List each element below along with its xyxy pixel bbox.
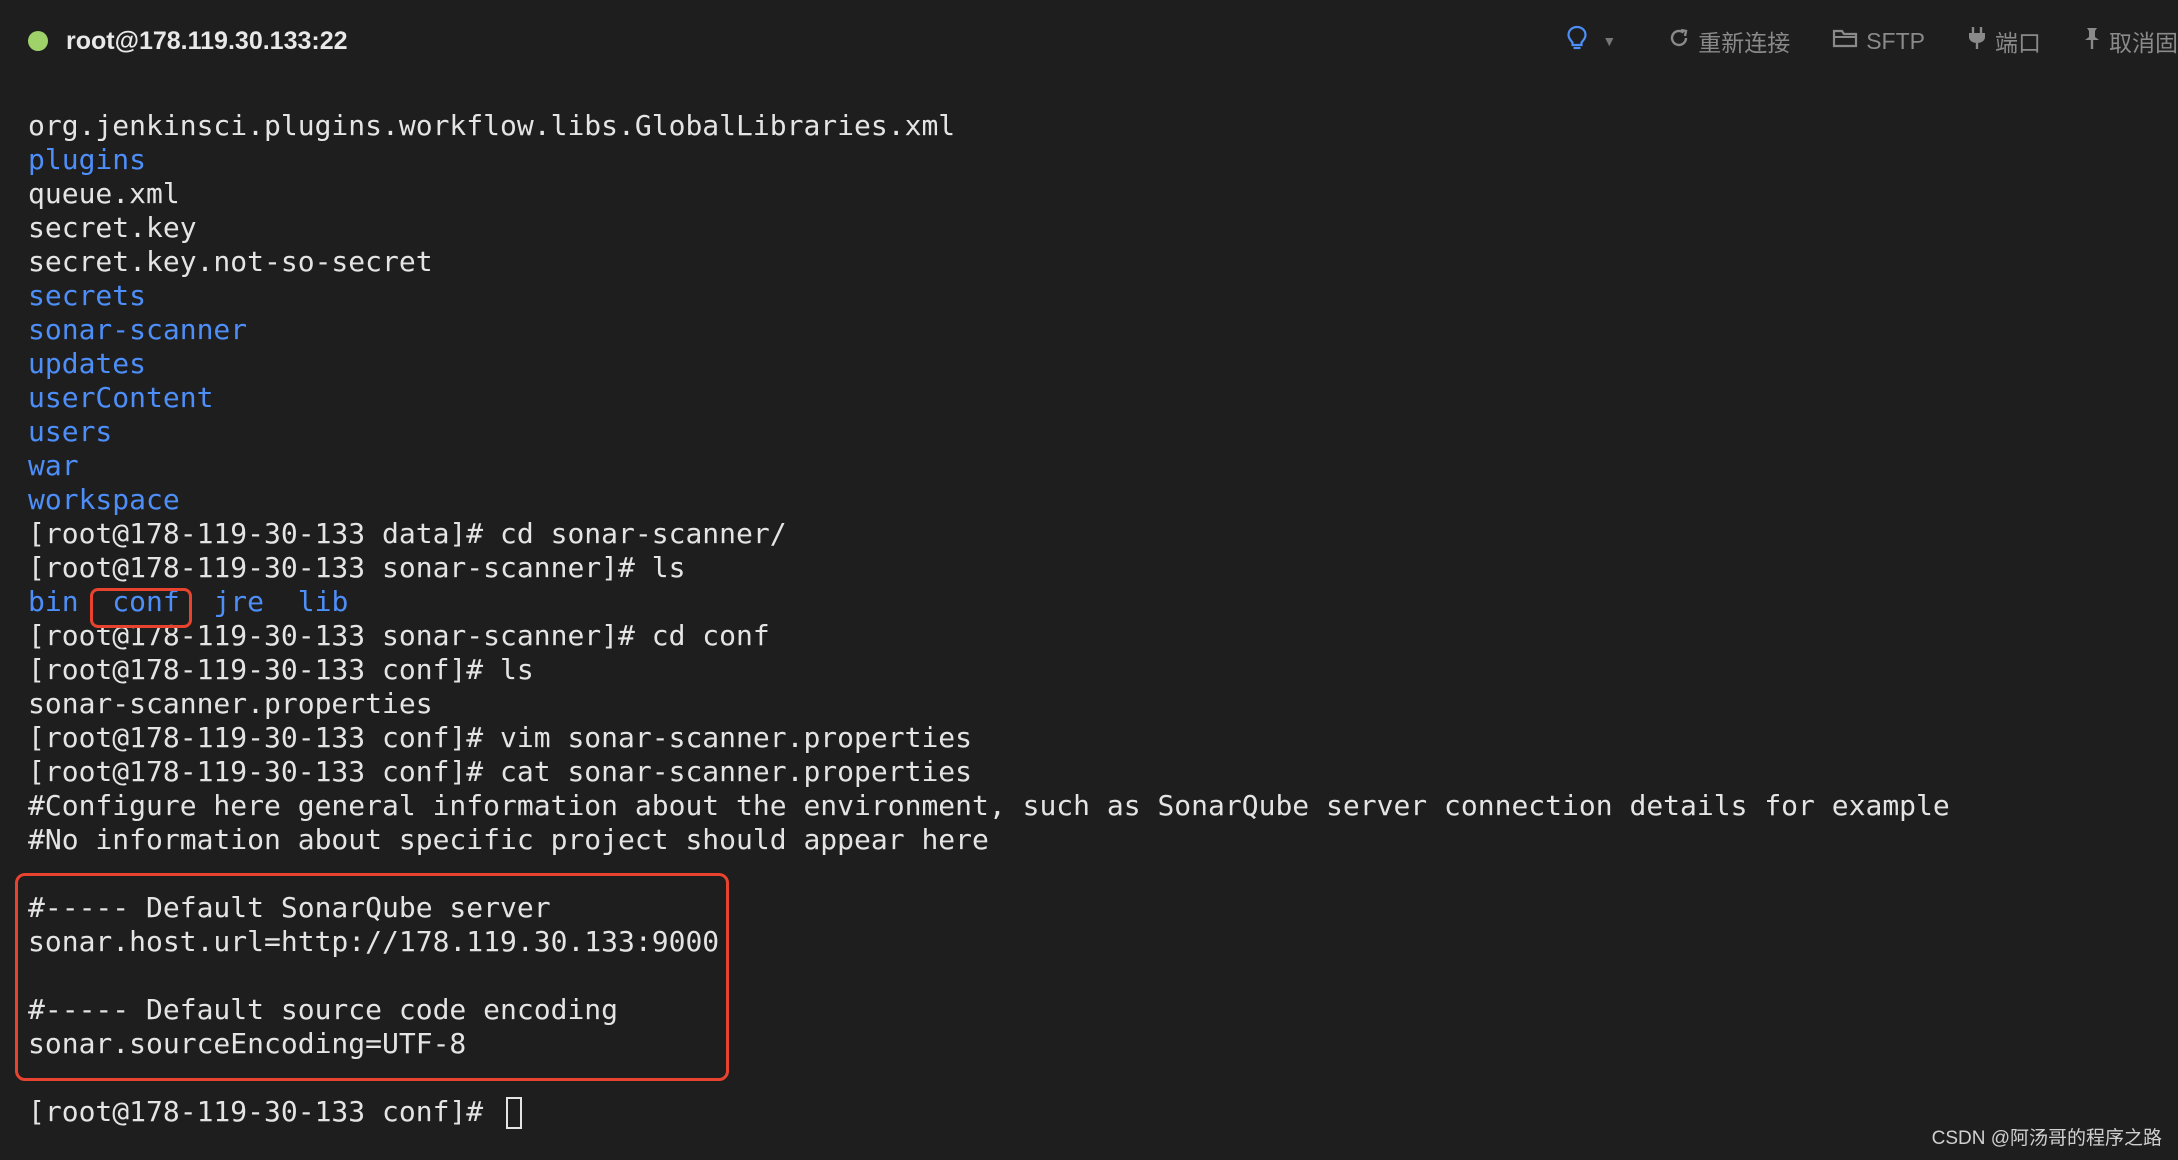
unpin-button[interactable]: 取消固 xyxy=(2083,24,2178,58)
port-label: 端口 xyxy=(1995,30,2041,56)
toolbar: ▼ 重新连接 SFTP 端口 取消固 xyxy=(1566,0,2178,82)
unpin-label: 取消固 xyxy=(2109,30,2178,56)
shell-prompt: [root@178-119-30-133 conf]# xyxy=(28,1095,501,1128)
config-highlight-box xyxy=(15,873,729,1081)
ssh-terminal-window: root@178.119.30.133:22 ▼ 重新连接 SFTP 端口 取消… xyxy=(0,0,2178,1160)
lightbulb-icon xyxy=(1566,25,1596,57)
sftp-button[interactable]: SFTP xyxy=(1832,27,1925,55)
port-forward-button[interactable]: 端口 xyxy=(1967,24,2041,58)
session-title: root@178.119.30.133:22 xyxy=(66,26,348,55)
terminal-line: plugins xyxy=(28,143,147,176)
terminal-line: [root@178-119-30-133 sonar-scanner]# cd … xyxy=(28,619,770,652)
reconnect-button[interactable]: 重新连接 xyxy=(1668,24,1790,58)
prompt-line[interactable]: [root@178-119-30-133 conf]# xyxy=(28,1095,2178,1129)
plug-icon xyxy=(1967,26,1995,56)
terminal-line: userContent xyxy=(28,381,214,414)
terminal-line: [root@178-119-30-133 sonar-scanner]# ls xyxy=(28,551,686,584)
terminal-line: [root@178-119-30-133 conf]# cat sonar-sc… xyxy=(28,755,973,788)
terminal-line: [root@178-119-30-133 conf]# vim sonar-sc… xyxy=(28,721,973,754)
pin-icon xyxy=(2083,26,2109,56)
terminal-cursor xyxy=(506,1097,523,1129)
terminal-line: secret.key xyxy=(28,211,197,244)
watermark: CSDN @阿汤哥的程序之路 xyxy=(1931,1128,2162,1149)
dir-entry-jre: jre xyxy=(213,585,265,618)
ls-output-line: bin conf jre lib xyxy=(28,585,2178,619)
connection-status-dot xyxy=(28,31,48,51)
terminal-line: war xyxy=(28,449,79,482)
terminal-line: users xyxy=(28,415,113,448)
terminal-line: secret.key.not-so-secret xyxy=(28,245,433,278)
terminal-line: org.jenkinsci.plugins.workflow.libs.Glob… xyxy=(28,109,956,142)
terminal-line: sonar-scanner.properties xyxy=(28,687,433,720)
conf-highlight-box xyxy=(90,588,192,628)
terminal-line: sonar-scanner xyxy=(28,313,248,346)
sftp-label: SFTP xyxy=(1866,27,1925,54)
reconnect-label: 重新连接 xyxy=(1698,30,1791,56)
hint-menu-button[interactable]: ▼ xyxy=(1566,25,1616,57)
terminal-line: secrets xyxy=(28,279,147,312)
terminal-line: #Configure here general information abou… xyxy=(28,789,1950,822)
terminal-line: #No information about specific project s… xyxy=(28,823,989,856)
terminal-line: [root@178-119-30-133 conf]# ls xyxy=(28,653,534,686)
chevron-down-icon: ▼ xyxy=(1602,33,1617,49)
terminal-line: queue.xml xyxy=(28,177,180,210)
terminal-line: [root@178-119-30-133 data]# cd sonar-sca… xyxy=(28,517,787,550)
dir-entry-bin: bin xyxy=(28,585,79,618)
folder-icon xyxy=(1832,27,1866,55)
refresh-icon xyxy=(1668,27,1698,55)
terminal-line: workspace xyxy=(28,483,180,516)
dir-entry-lib: lib xyxy=(297,585,349,618)
terminal-line: updates xyxy=(28,347,147,380)
